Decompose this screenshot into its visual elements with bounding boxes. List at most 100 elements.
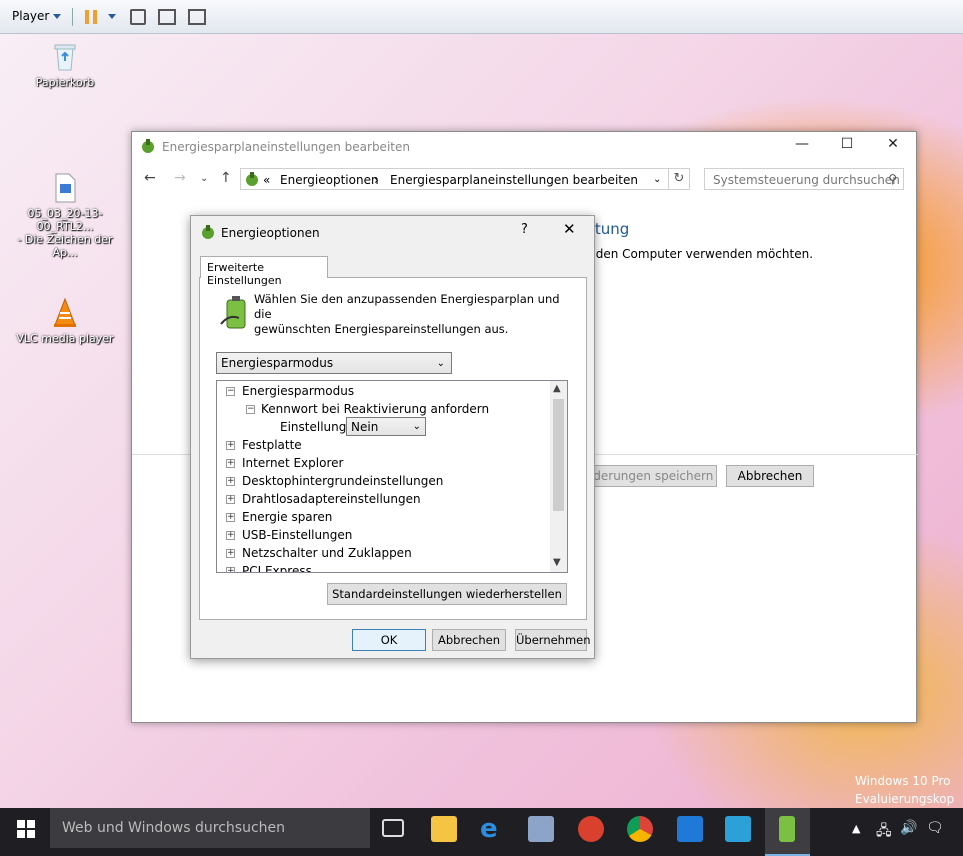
expand-icon[interactable]: +: [226, 459, 235, 468]
player-dropdown-icon[interactable]: [53, 14, 61, 19]
tree-item-label: Drahtlosadaptereinstellungen: [242, 492, 421, 506]
vertical-scrollbar[interactable]: ▲ ▼: [550, 381, 567, 572]
video-file-icon: [51, 173, 79, 203]
back-arrow-icon[interactable]: ←: [144, 170, 156, 186]
scroll-down-icon[interactable]: ▼: [553, 557, 561, 568]
navigation-bar: ← → ⌄ ↑ « Energieoptionen › Energiesparp…: [132, 162, 918, 192]
expand-icon[interactable]: +: [226, 477, 235, 486]
windows-start-icon[interactable]: [17, 820, 35, 838]
refresh-icon[interactable]: ↻: [668, 168, 690, 190]
tree-item-label: PCI Express: [242, 564, 312, 573]
vlc-cone-icon: [51, 297, 79, 328]
intro-text: Wählen Sie den anzupassenden Energiespar…: [254, 292, 574, 337]
desktop-icon-label: Papierkorb: [35, 76, 95, 89]
minimize-button[interactable]: —: [787, 136, 817, 152]
address-dropdown-icon[interactable]: ⌄: [653, 174, 661, 185]
maximize-button[interactable]: ☐: [832, 136, 862, 152]
tab-advanced-settings[interactable]: Erweiterte Einstellungen: [200, 256, 328, 287]
forward-arrow-icon[interactable]: →: [174, 170, 186, 186]
taskbar: Web und Windows durchsuchen e ▲ 🖧 🔊 🗨: [0, 808, 963, 856]
tree-item-label: Energie sparen: [242, 510, 333, 524]
taskbar-search-placeholder: Web und Windows durchsuchen: [62, 820, 286, 836]
pause-dropdown-icon[interactable]: [108, 14, 116, 19]
network-icon[interactable]: 🖧: [876, 820, 892, 844]
expand-icon[interactable]: +: [226, 513, 235, 522]
taskbar-search-input[interactable]: Web und Windows durchsuchen: [50, 808, 370, 848]
up-arrow-icon[interactable]: ↑: [220, 170, 232, 186]
expand-icon[interactable]: +: [226, 567, 235, 572]
expand-icon[interactable]: +: [226, 549, 235, 558]
help-button[interactable]: ?: [521, 222, 528, 237]
search-placeholder: Systemsteuerung durchsuchen: [713, 173, 900, 187]
power-options-icon: [202, 225, 214, 239]
player-menu-button[interactable]: Player: [12, 9, 49, 23]
internet-explorer-icon[interactable]: e: [480, 816, 506, 842]
watermark-line: Windows 10 Pro Ins: [855, 774, 955, 788]
battery-plug-icon: [220, 296, 246, 329]
desktop-icon-recycle-bin[interactable]: Papierkorb: [10, 42, 120, 89]
setting-label: Einstellung:: [280, 420, 351, 434]
fit-window-icon[interactable]: [158, 9, 176, 25]
cancel-button[interactable]: Abbrechen: [432, 629, 506, 651]
tree-item-label: USB-Einstellungen: [242, 528, 353, 542]
search-input[interactable]: Systemsteuerung durchsuchen ⚲: [704, 168, 904, 190]
player-toolbar: Player: [0, 0, 963, 34]
setting-value-select[interactable]: Nein ⌄: [346, 417, 426, 436]
dialog-title: Energieoptionen: [221, 226, 320, 240]
remote-desktop-icon[interactable]: [528, 816, 554, 842]
breadcrumb-separator: ›: [374, 173, 379, 187]
breadcrumb-current[interactable]: Energiesparplaneinstellungen bearbeiten: [390, 173, 638, 187]
collapse-icon[interactable]: −: [246, 405, 255, 414]
desktop-icon-vlc[interactable]: VLC media player: [10, 297, 120, 345]
breadcrumb-energieoptionen[interactable]: Energieoptionen: [280, 173, 379, 187]
restore-defaults-button[interactable]: Standardeinstellungen wiederherstellen: [327, 583, 567, 605]
collapse-icon[interactable]: −: [226, 387, 235, 396]
toolbar-divider: [72, 8, 73, 26]
file-explorer-icon[interactable]: [431, 816, 457, 842]
chrome-icon[interactable]: [627, 816, 653, 842]
show-hidden-icons-icon[interactable]: ▲: [852, 822, 860, 835]
expand-icon[interactable]: +: [226, 441, 235, 450]
recycle-bin-icon: [51, 42, 79, 72]
scroll-up-icon[interactable]: ▲: [553, 383, 561, 394]
ccleaner-icon[interactable]: [578, 816, 604, 842]
setting-value: Nein: [351, 420, 379, 434]
address-bar[interactable]: « Energieoptionen › Energiesparplaneinst…: [240, 168, 690, 190]
battery-icon: [779, 816, 795, 842]
volume-icon[interactable]: 🔊: [900, 820, 917, 836]
desktop-icon-label: - Die Zeichen der Ap...: [17, 233, 113, 259]
plan-select[interactable]: Energiesparmodus ⌄: [216, 352, 452, 374]
settings-app-icon[interactable]: [725, 816, 751, 842]
tree-item-label: Festplatte: [242, 438, 302, 452]
breadcrumb-overflow[interactable]: «: [263, 173, 270, 187]
settings-tree[interactable]: − Energiesparmodus − Kennwort bei Reakti…: [216, 380, 568, 573]
chevron-down-icon: ⌄: [412, 421, 421, 432]
task-view-icon[interactable]: [382, 819, 404, 837]
dialog-close-button[interactable]: ✕: [563, 220, 576, 238]
expand-icon[interactable]: +: [226, 495, 235, 504]
intro-line: Wählen Sie den anzupassenden Energiespar…: [254, 292, 560, 321]
network-globe-icon[interactable]: [677, 816, 703, 842]
tree-item-label: Energiesparmodus: [242, 384, 355, 398]
active-power-options-task[interactable]: [765, 808, 810, 856]
close-button[interactable]: ✕: [878, 136, 908, 152]
power-options-icon: [246, 172, 258, 186]
plan-select-value: Energiesparmodus: [221, 356, 334, 370]
desktop-icon-video-file[interactable]: 05_03_20-13-00_RTL2... - Die Zeichen der…: [10, 173, 120, 259]
search-icon: ⚲: [888, 172, 897, 186]
send-ctrl-alt-del-icon[interactable]: [130, 9, 146, 25]
cancel-button[interactable]: Abbrechen: [726, 465, 814, 487]
expand-icon[interactable]: +: [226, 531, 235, 540]
ok-button[interactable]: OK: [352, 629, 426, 651]
save-changes-button[interactable]: nderungen speichern: [582, 465, 717, 487]
apply-button[interactable]: Übernehmen: [515, 629, 591, 651]
tree-item-label: Desktophintergrundeinstellungen: [242, 474, 444, 488]
pause-icon[interactable]: [85, 10, 89, 24]
title-bar[interactable]: Energiesparplaneinstellungen bearbeiten …: [132, 132, 916, 160]
scrollbar-thumb[interactable]: [553, 399, 564, 511]
unity-mode-icon[interactable]: [188, 9, 206, 25]
tree-item-label: Internet Explorer: [242, 456, 344, 470]
action-center-icon[interactable]: 🗨: [926, 820, 944, 836]
recent-pages-chevron-icon[interactable]: ⌄: [200, 173, 208, 184]
chevron-down-icon: ⌄: [436, 358, 445, 369]
